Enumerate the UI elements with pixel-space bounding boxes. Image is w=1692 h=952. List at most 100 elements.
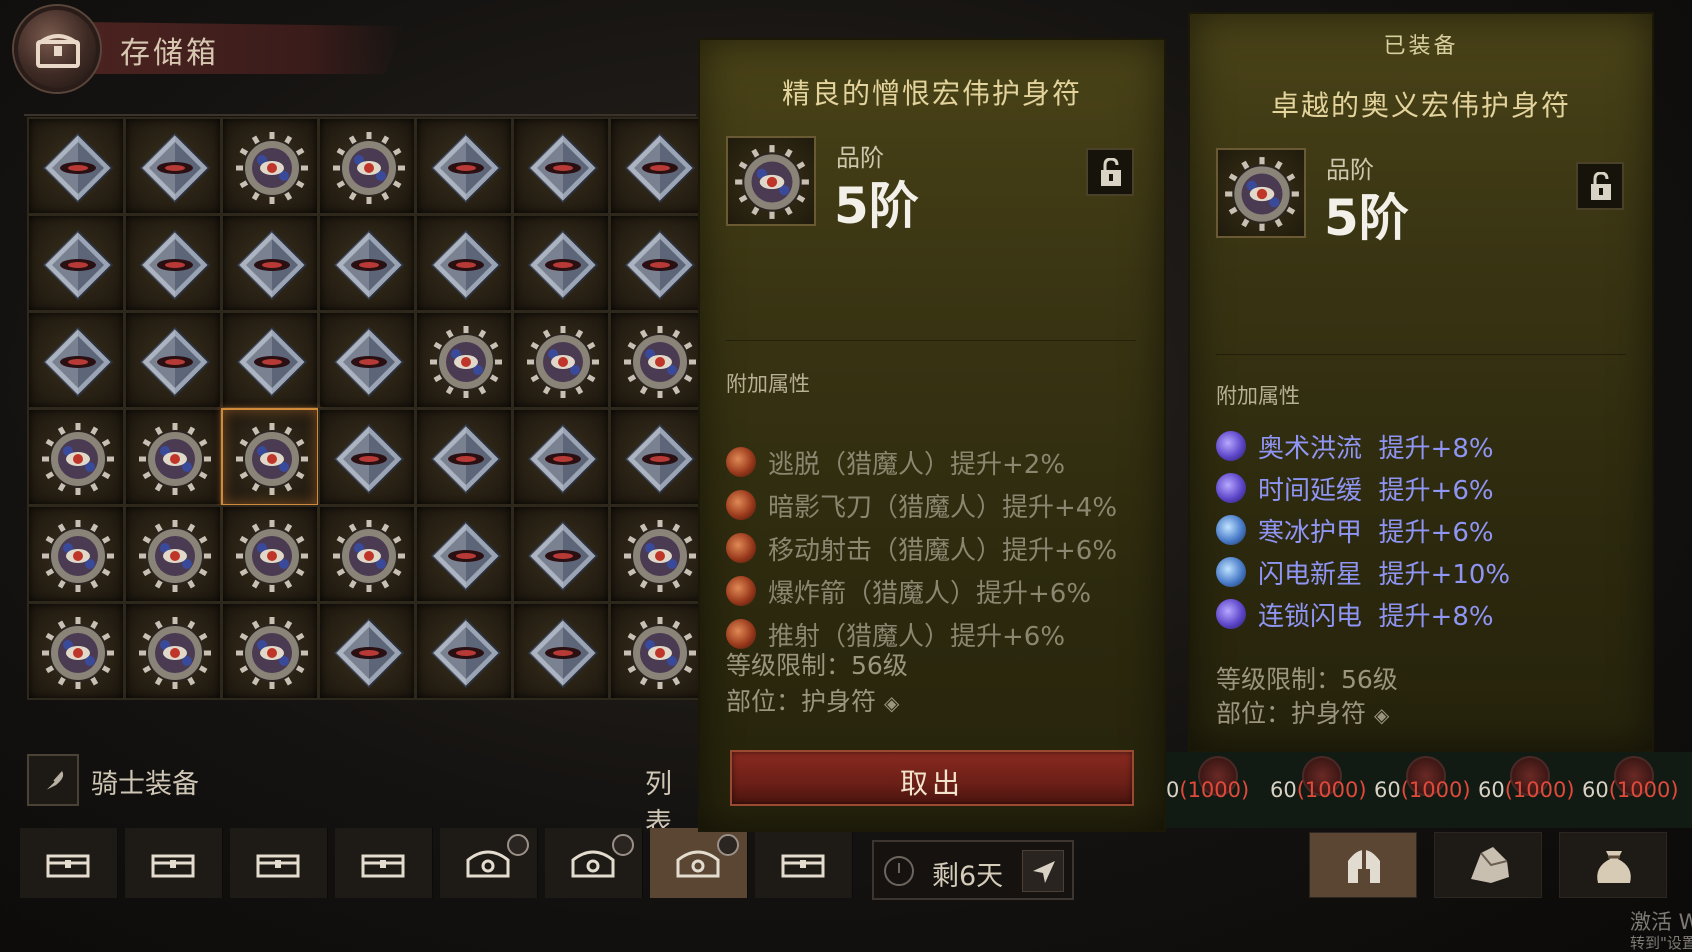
renew-button[interactable] [1022,850,1064,892]
equipped-attr-heading: 附加属性 [1216,384,1300,408]
lock-button[interactable] [1086,148,1134,196]
stash-slot[interactable] [27,311,125,409]
skill-icon [726,533,756,563]
skill-icon [1216,599,1246,629]
stash-slot[interactable] [512,311,610,409]
affix-text: 奥术洪流 提升+8% [1258,434,1494,464]
unlock-icon [1101,158,1121,186]
ore-icon [1471,847,1509,883]
stash-slot[interactable] [609,408,699,506]
skill-icon [1216,557,1246,587]
stash-slot[interactable] [221,311,319,409]
stash-slot[interactable] [27,408,125,506]
stash-slot[interactable] [609,505,699,603]
stash-slot[interactable] [124,505,222,603]
party-member-rank[interactable]: 60(1000) [1270,752,1374,828]
stash-slot[interactable] [512,408,610,506]
affix-text: 时间延缓 提升+6% [1258,476,1494,506]
stash-slot[interactable] [415,214,513,312]
stash-slot[interactable] [221,505,319,603]
stash-slot[interactable] [415,311,513,409]
stash-tab-3[interactable] [230,828,328,898]
stash-slot[interactable] [221,214,319,312]
attr-heading: 附加属性 [726,372,810,396]
stash-slot[interactable] [27,214,125,312]
stash-slot[interactable] [221,117,319,215]
stash-slot[interactable] [609,602,699,700]
affix-text: 寒冰护甲 提升+6% [1258,518,1494,548]
stash-tab-7[interactable] [650,828,748,898]
skill-icon [726,619,756,649]
stash-slot[interactable] [512,602,610,700]
party-member-rank[interactable]: 60(1000) [1374,752,1478,828]
feather-icon [43,771,64,792]
timer-icon [507,834,529,856]
stash-slot[interactable] [609,311,699,409]
skill-icon [1216,515,1246,545]
stash-slot[interactable] [318,214,416,312]
rental-timer: 剩6天 [872,840,1074,900]
affix-text: 逃脱（猎魔人）提升+2% [768,450,1066,480]
item-tooltip: 精良的憎恨宏伟护身符 品阶 5阶 附加属性 逃脱（猎魔人）提升+2% 暗影飞刀（猎… [700,40,1164,830]
stash-slot[interactable] [415,117,513,215]
level-requirement: 等级限制：56级 [726,651,908,680]
timer-icon [612,834,634,856]
party-member-rank[interactable]: 60(1000) [1478,752,1582,828]
stash-slot[interactable] [27,602,125,700]
affix-text: 爆炸箭（猎魔人）提升+6% [768,579,1092,609]
equipped-item-name: 卓越的奥义宏伟护身符 [1270,89,1571,122]
stash-tab-2[interactable] [125,828,223,898]
item-icon [726,136,816,226]
stash-slot[interactable] [609,117,699,215]
stash-slot[interactable] [318,408,416,506]
stash-tab-4[interactable] [335,828,433,898]
equipped-lock-button[interactable] [1576,162,1624,210]
stash-slot[interactable] [124,408,222,506]
stash-slot[interactable] [512,117,610,215]
party-member-rank[interactable]: 60(1000) [1582,752,1686,828]
timer-icon [717,834,739,856]
stash-slot-selected[interactable] [221,408,319,506]
stash-slot[interactable] [124,311,222,409]
stash-slot[interactable] [27,505,125,603]
amulet-icon [735,145,809,219]
stash-tab-1[interactable] [20,828,118,898]
equipment-set-label[interactable]: 骑士装备 [91,762,199,801]
tab-pouch[interactable] [1559,832,1667,898]
amulet-small-icon: ◈ [1373,703,1390,727]
stash-slot[interactable] [124,602,222,700]
stash-slot[interactable] [512,214,610,312]
divider [726,340,1136,341]
timer-remaining-text: 剩6天 [932,861,1004,892]
skill-icon [726,576,756,606]
party-member-rank[interactable]: 0(1000) [1166,752,1270,828]
stash-slot[interactable] [318,311,416,409]
stash-slot[interactable] [124,214,222,312]
affix-text: 闪电新星 提升+10% [1258,560,1511,590]
quality-value: 5阶 [834,177,919,235]
stash-tab-6[interactable] [545,828,643,898]
stash-title: 存储箱 [120,36,219,71]
stash-tab-5[interactable] [440,828,538,898]
stash-chest-icon [14,6,100,92]
stash-slot[interactable] [318,117,416,215]
tab-ore[interactable] [1434,832,1542,898]
tab-helmet[interactable] [1309,832,1417,898]
stash-slot[interactable] [221,602,319,700]
rank-text: 60(1000) [1270,778,1367,802]
stash-slot[interactable] [609,214,699,312]
amulet-small-icon: ◈ [883,691,900,715]
stash-slot[interactable] [318,602,416,700]
stash-slot[interactable] [124,117,222,215]
stash-slot[interactable] [512,505,610,603]
stash-slot[interactable] [318,505,416,603]
stash-slot[interactable] [415,505,513,603]
stash-slot[interactable] [415,408,513,506]
rank-text: 0(1000) [1166,778,1250,802]
stash-tab-8[interactable] [755,828,853,898]
filter-button[interactable] [27,754,79,806]
equipped-tooltip: 已装备 卓越的奥义宏伟护身符 品阶 5阶 附加属性 奥术洪流 提升+8% 时间延缓… [1190,14,1652,750]
stash-slot[interactable] [27,117,125,215]
take-out-button[interactable]: 取出 [730,750,1134,806]
stash-slot[interactable] [415,602,513,700]
